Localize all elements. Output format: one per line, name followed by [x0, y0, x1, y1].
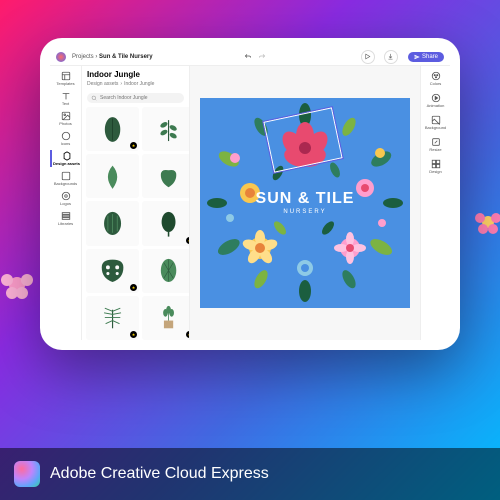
right-rail: Colors Animation Background Resize Desig… — [420, 66, 450, 340]
asset-item[interactable] — [86, 249, 139, 293]
rail-backgrounds[interactable]: Backgrounds — [50, 170, 81, 187]
asset-item[interactable] — [142, 201, 189, 245]
undo-button[interactable] — [244, 53, 252, 61]
top-bar: Projects › Sun & Tile Nursery Share — [50, 48, 450, 66]
brand-bar: Adobe Creative Cloud Express — [0, 448, 500, 500]
assets-title: Indoor Jungle — [87, 70, 184, 79]
assets-panel: Indoor Jungle Design assets › Indoor Jun… — [82, 66, 190, 340]
asset-item[interactable] — [142, 154, 189, 198]
rail-icons[interactable]: Icons — [50, 130, 81, 147]
deco-flower-icon — [466, 200, 500, 244]
canvas-brand-text[interactable]: SUN & TILE NURSERY — [256, 191, 355, 215]
premium-badge-icon — [130, 142, 137, 149]
premium-badge-icon — [130, 331, 137, 338]
asset-item[interactable] — [142, 296, 189, 340]
asset-item[interactable] — [142, 249, 189, 293]
canvas-area[interactable]: SUN & TILE NURSERY — [190, 66, 420, 340]
breadcrumb-current[interactable]: Sun & Tile Nursery — [99, 54, 153, 60]
right-rail-colors[interactable]: Colors — [421, 70, 450, 87]
rail-libraries[interactable]: Libraries — [50, 210, 81, 227]
asset-item[interactable] — [86, 107, 139, 151]
rail-photos[interactable]: Photos — [50, 110, 81, 127]
preview-button[interactable] — [361, 50, 375, 64]
right-rail-animation[interactable]: Animation — [421, 92, 450, 109]
premium-badge-icon — [186, 331, 189, 338]
download-button[interactable] — [384, 50, 398, 64]
asset-item[interactable] — [86, 296, 139, 340]
assets-breadcrumb[interactable]: Design assets › Indoor Jungle — [87, 81, 184, 87]
canvas[interactable]: SUN & TILE NURSERY — [200, 98, 410, 308]
asset-item[interactable] — [86, 201, 139, 245]
premium-badge-icon — [186, 237, 189, 244]
brand-logo-icon — [14, 461, 40, 487]
right-rail-resize[interactable]: Resize — [421, 136, 450, 153]
left-rail: Templates Text Photos Icons Design asset… — [50, 66, 82, 340]
search-icon — [91, 95, 97, 101]
breadcrumb[interactable]: Projects › Sun & Tile Nursery — [72, 54, 153, 60]
app-body: Templates Text Photos Icons Design asset… — [50, 66, 450, 340]
product-name: Adobe Creative Cloud Express — [50, 465, 269, 483]
deco-flower-icon — [0, 260, 42, 310]
share-label: Share — [422, 54, 438, 60]
right-rail-background[interactable]: Background — [421, 114, 450, 131]
redo-button[interactable] — [258, 53, 266, 61]
rail-design-assets[interactable]: Design assets — [50, 150, 81, 167]
rail-text[interactable]: Text — [50, 90, 81, 107]
right-rail-design[interactable]: Design — [421, 158, 450, 175]
brand-main: SUN & TILE — [256, 191, 355, 207]
tablet-frame: Projects › Sun & Tile Nursery Share — [40, 38, 460, 350]
search-input[interactable] — [100, 95, 180, 101]
asset-item[interactable] — [142, 107, 189, 151]
assets-search[interactable] — [87, 93, 184, 103]
asset-grid — [82, 107, 189, 340]
rail-logos[interactable]: Logos — [50, 190, 81, 207]
app-screen: Projects › Sun & Tile Nursery Share — [50, 48, 450, 340]
share-button[interactable]: Share — [408, 52, 444, 62]
send-icon — [414, 54, 420, 60]
asset-item[interactable] — [86, 154, 139, 198]
rail-templates[interactable]: Templates — [50, 70, 81, 87]
brand-sub: NURSERY — [256, 209, 355, 215]
promo-background: Projects › Sun & Tile Nursery Share — [0, 0, 500, 500]
breadcrumb-root[interactable]: Projects — [72, 54, 94, 60]
app-logo-icon[interactable] — [56, 52, 66, 62]
premium-badge-icon — [130, 284, 137, 291]
